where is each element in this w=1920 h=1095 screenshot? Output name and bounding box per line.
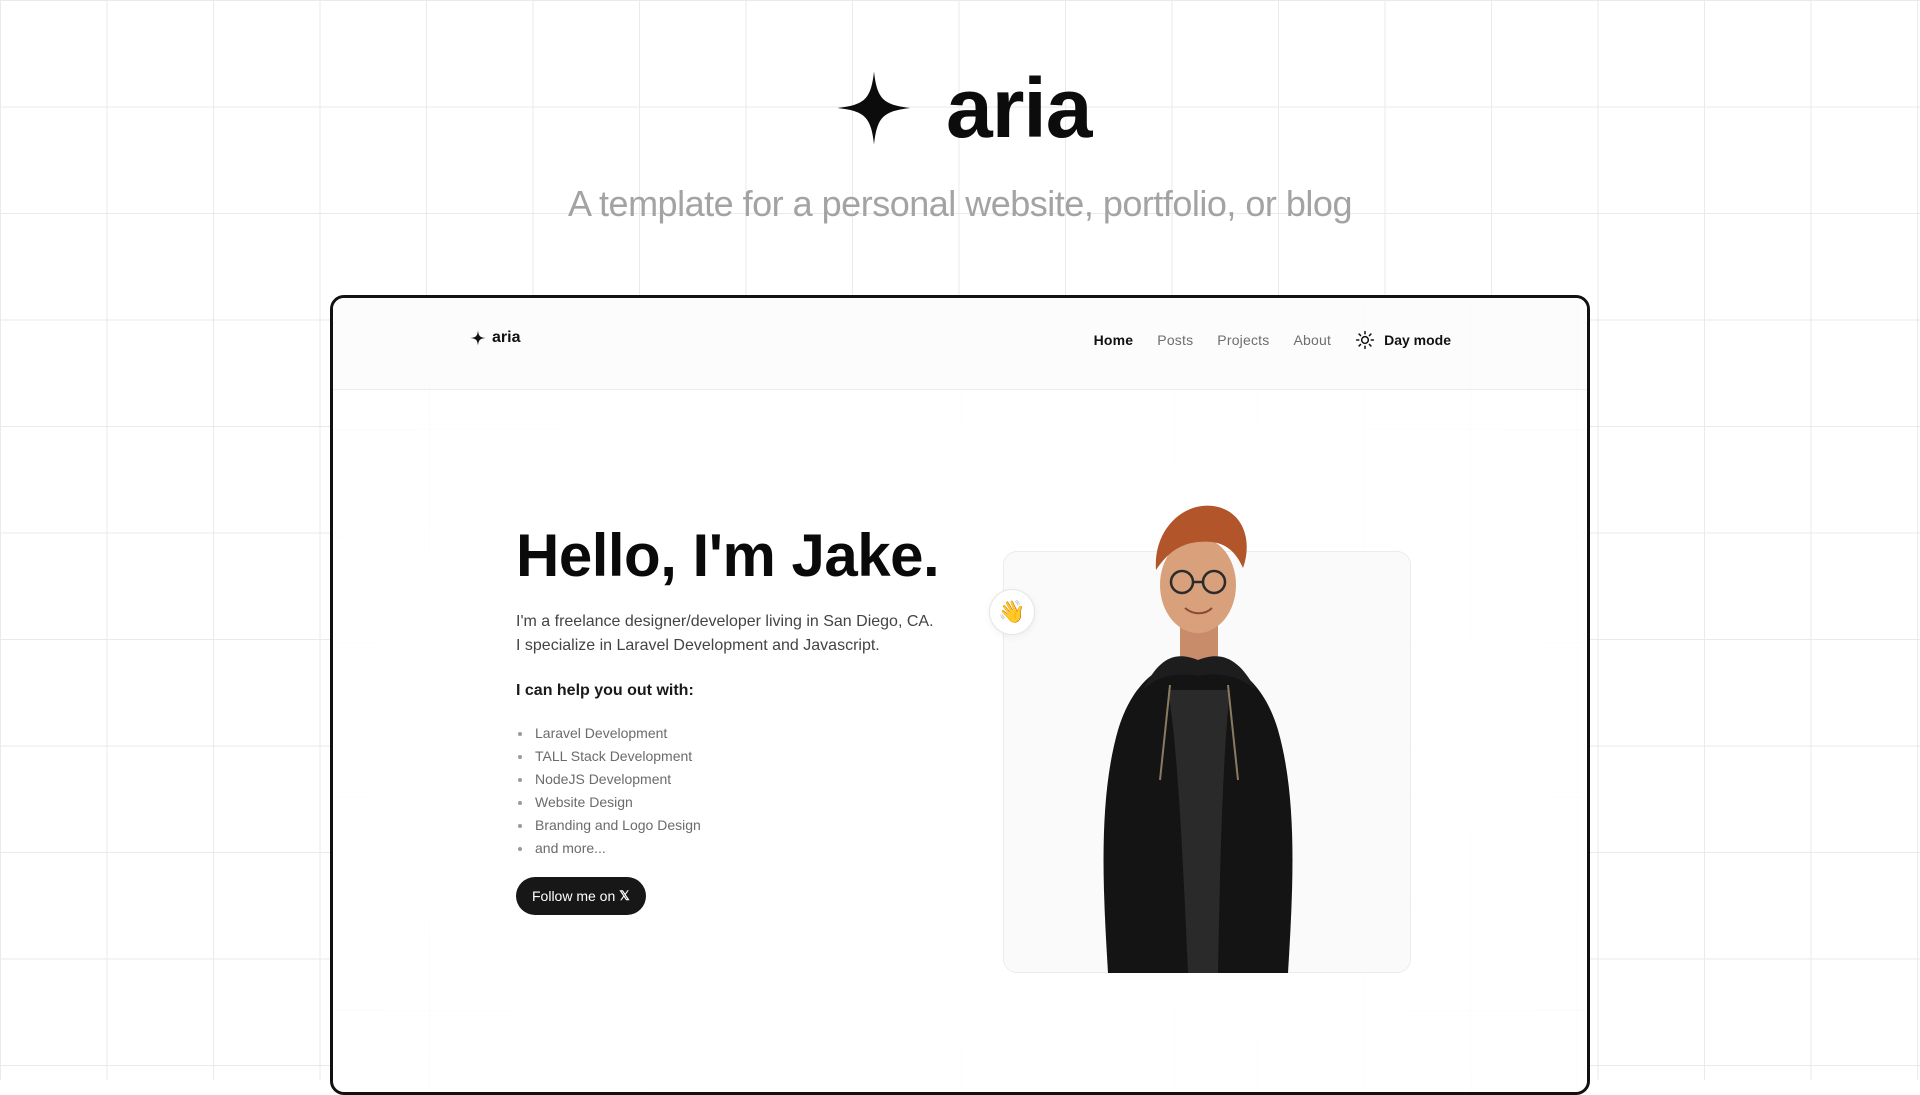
services-heading: I can help you out with: (516, 682, 694, 699)
four-point-star-icon (836, 70, 912, 146)
tagline: A template for a personal website, portf… (568, 183, 1352, 224)
day-mode-toggle[interactable]: Day mode (1355, 330, 1451, 350)
hero-intro: I'm a freelance designer/developer livin… (516, 610, 956, 658)
x-logo-icon: 𝕏 (619, 888, 630, 903)
waving-hand-icon: 👋 (998, 599, 1026, 624)
list-item: Branding and Logo Design (516, 814, 701, 837)
promo-header: aria A template for a personal website, … (0, 0, 1920, 260)
brand-name: aria (946, 61, 1092, 155)
list-item: NodeJS Development (516, 768, 701, 791)
services-list: Laravel Development TALL Stack Developme… (516, 722, 701, 860)
hero-headline: Hello, I'm Jake. (516, 522, 940, 589)
wave-badge: 👋 (989, 589, 1035, 635)
site-logo-text: aria (492, 329, 521, 346)
list-item: and more... (516, 837, 701, 860)
website-preview-window: aria Home Posts Projects About Day mode … (330, 295, 1590, 1095)
nav-link-about[interactable]: About (1293, 332, 1331, 348)
nav-link-projects[interactable]: Projects (1217, 332, 1269, 348)
sun-icon (1355, 330, 1375, 350)
star-logo-icon (470, 330, 486, 346)
nav-links: Home Posts Projects About Day mode (1094, 330, 1451, 350)
site-logo[interactable]: aria (470, 329, 520, 347)
nav-link-posts[interactable]: Posts (1157, 332, 1193, 348)
nav-link-home[interactable]: Home (1094, 332, 1134, 348)
follow-button-label: Follow me on (532, 888, 616, 904)
list-item: Laravel Development (516, 722, 701, 745)
list-item: Website Design (516, 791, 701, 814)
hero-section: Hello, I'm Jake. I'm a freelance designe… (333, 390, 1587, 1090)
site-navbar: aria Home Posts Projects About Day mode (333, 298, 1587, 390)
intro-line-1: I'm a freelance designer/developer livin… (516, 613, 934, 630)
follow-on-x-button[interactable]: Follow me on 𝕏 (516, 877, 646, 915)
portrait-image (1048, 500, 1348, 973)
day-mode-label: Day mode (1384, 332, 1451, 348)
intro-line-2: I specialize in Laravel Development and … (516, 637, 880, 654)
brand-lockup: aria (836, 61, 1092, 155)
list-item: TALL Stack Development (516, 745, 701, 768)
